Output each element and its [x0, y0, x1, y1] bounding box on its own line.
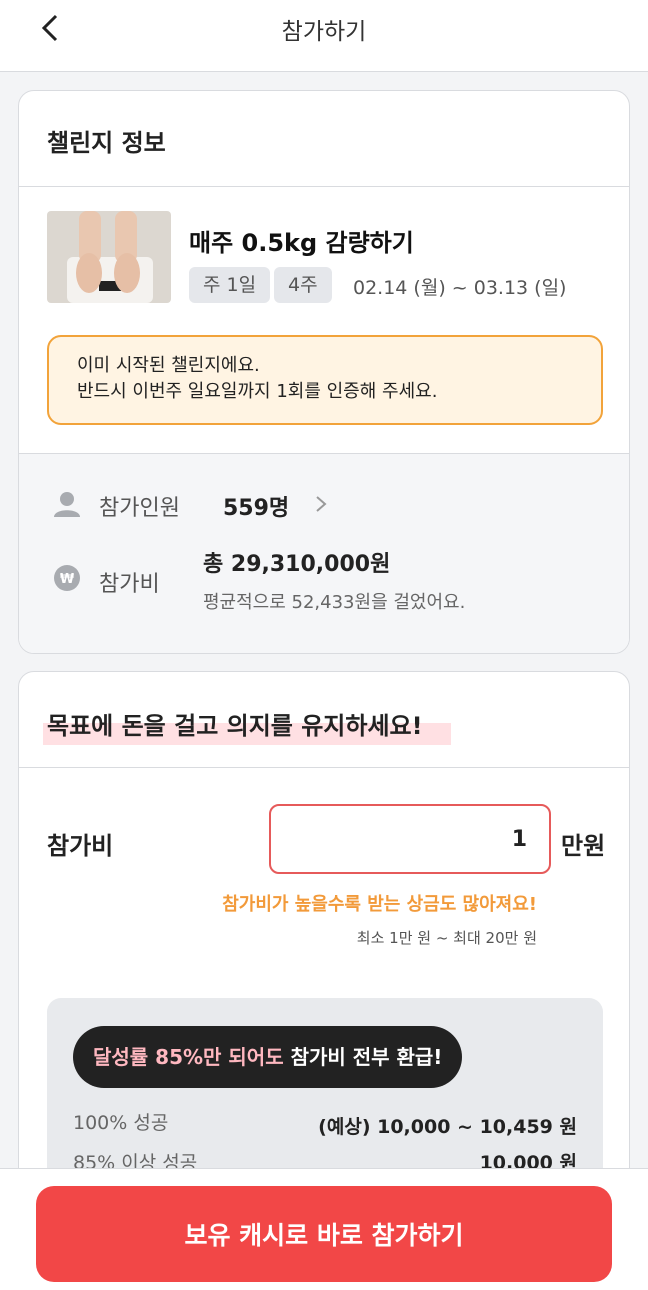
person-icon	[54, 492, 80, 517]
refund-badge: 달성률 85%만 되어도 참가비 전부 환급!	[73, 1026, 463, 1088]
top-bar: 참가하기	[0, 0, 648, 72]
section-title: 챌린지 정보	[19, 91, 629, 187]
refund-info: 달성률 85%만 되어도 참가비 전부 환급! 100% 성공 (예상) 10,…	[47, 998, 603, 1190]
fee-hint: 참가비가 높을수록 받는 상금도 많아져요!	[222, 894, 537, 915]
started-notice: 이미 시작된 챌린지에요. 반드시 이번주 일요일까지 1회를 인증해 주세요.	[47, 335, 603, 425]
fee-input-label: 참가비	[47, 832, 114, 860]
fee-range: 최소 1만 원 ~ 최대 20만 원	[356, 929, 537, 947]
challenge-summary: 매주 0.5kg 감량하기 주 1일 4주 02.14 (월) ~ 03.13 …	[19, 187, 629, 453]
fee-average: 평균적으로 52,433원을 걸었어요.	[203, 592, 466, 613]
challenge-thumbnail	[47, 211, 171, 303]
fee-label: 참가비	[99, 572, 160, 597]
challenge-stats: 참가인원 559명 ₩ 참가비 총 29,310,000원 평균적으로 52,4…	[19, 453, 629, 653]
frequency-chip: 주 1일	[189, 267, 271, 303]
challenge-title: 매주 0.5kg 감량하기	[189, 229, 414, 257]
fee-amount-input[interactable]	[269, 804, 551, 874]
page-title: 참가하기	[281, 19, 367, 45]
fee-unit: 만원	[561, 832, 606, 860]
fee-card: 목표에 돈을 걸고 의지를 유지하세요! 참가비 만원 참가비가 높을수록 받는…	[18, 671, 630, 1191]
participants-label: 참가인원	[99, 496, 180, 521]
challenge-period: 02.14 (월) ~ 03.13 (일)	[353, 277, 567, 299]
duration-chip: 4주	[274, 267, 332, 303]
notice-line: 이미 시작된 챌린지에요.	[77, 355, 260, 376]
refund-row-label: 100% 성공	[73, 1112, 169, 1134]
bottom-bar: 보유 캐시로 바로 참가하기	[0, 1168, 648, 1290]
won-coin-icon: ₩	[54, 565, 80, 591]
chevron-right-icon[interactable]	[312, 494, 330, 514]
refund-row-value: (예상) 10,000 ~ 10,459 원	[318, 1116, 577, 1138]
notice-line: 반드시 이번주 일요일까지 1회를 인증해 주세요.	[77, 381, 438, 402]
fee-total: 총 29,310,000원	[203, 552, 391, 577]
goal-title: 목표에 돈을 걸고 의지를 유지하세요!	[43, 706, 451, 745]
challenge-info-card: 챌린지 정보 매주 0.5kg 감량하기 주 1일 4주 02.14 (월) ~…	[18, 90, 630, 654]
refund-badge-text: 참가비 전부 환급!	[283, 1045, 443, 1069]
goal-title-row: 목표에 돈을 걸고 의지를 유지하세요!	[19, 672, 629, 768]
refund-badge-highlight: 달성률 85%만 되어도	[93, 1045, 284, 1069]
join-with-cash-button[interactable]: 보유 캐시로 바로 참가하기	[36, 1186, 612, 1282]
participants-count[interactable]: 559명	[223, 490, 289, 522]
svg-text:₩: ₩	[60, 572, 75, 587]
